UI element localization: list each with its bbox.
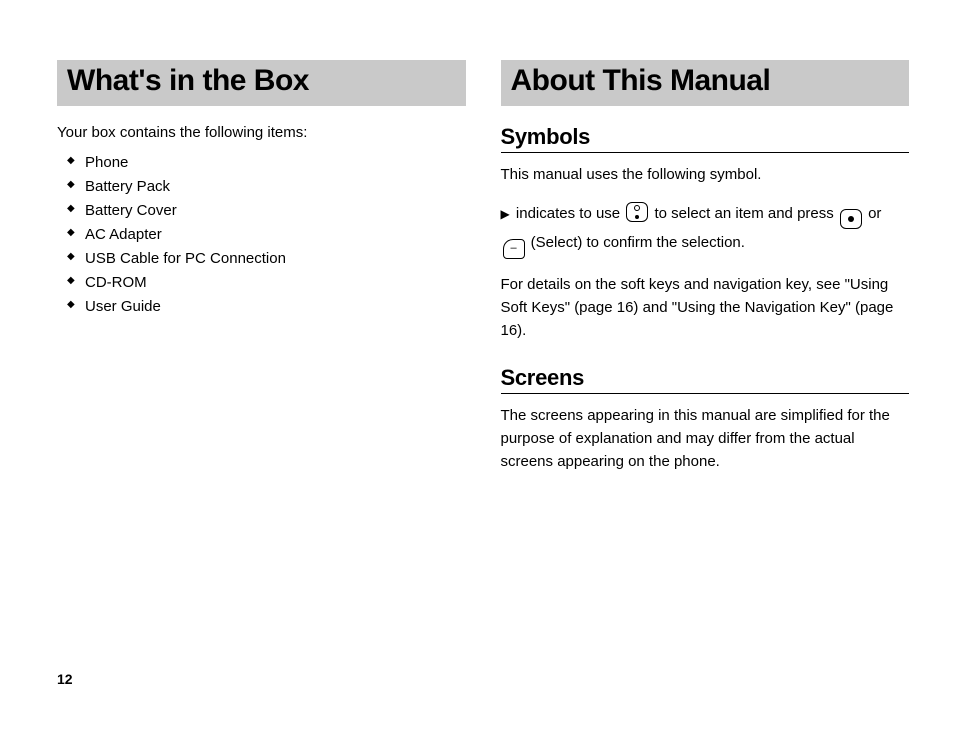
navigation-key-icon — [626, 202, 648, 222]
screens-subheading: Screens — [501, 365, 910, 394]
box-items-list: ◆Phone ◆Battery Pack ◆Battery Cover ◆AC … — [85, 151, 466, 319]
list-item: ◆Battery Pack — [85, 175, 466, 199]
list-item: ◆Battery Cover — [85, 199, 466, 223]
item-label: USB Cable for PC Connection — [85, 250, 286, 267]
page-number: 12 — [57, 671, 73, 687]
symbols-subheading: Symbols — [501, 124, 910, 153]
list-item: ◆CD-ROM — [85, 271, 466, 295]
list-item: ◆User Guide — [85, 295, 466, 319]
item-label: AC Adapter — [85, 226, 162, 243]
item-label: Battery Pack — [85, 178, 170, 195]
diamond-bullet-icon: ◆ — [67, 225, 75, 241]
left-column: What's in the Box Your box contains the … — [57, 60, 466, 487]
screens-body-text: The screens appearing in this manual are… — [501, 404, 910, 474]
symbol-explanation-line: ▶ indicates to use to select an item and… — [501, 200, 910, 259]
whats-in-the-box-heading: What's in the Box — [57, 60, 466, 106]
item-label: Phone — [85, 154, 128, 171]
symbol-text-mid: to select an item and press — [654, 205, 833, 222]
symbol-text-pre: indicates to use — [516, 205, 620, 222]
right-column: About This Manual Symbols This manual us… — [501, 60, 910, 487]
list-item: ◆AC Adapter — [85, 223, 466, 247]
box-intro-text: Your box contains the following items: — [57, 124, 466, 141]
diamond-bullet-icon: ◆ — [67, 153, 75, 169]
soft-key-icon — [503, 239, 525, 259]
triangle-right-icon: ▶ — [501, 204, 510, 226]
diamond-bullet-icon: ◆ — [67, 297, 75, 313]
item-label: Battery Cover — [85, 202, 177, 219]
about-this-manual-heading: About This Manual — [501, 60, 910, 106]
symbol-text-post: (Select) to confirm the selection. — [531, 234, 745, 251]
symbol-text-or: or — [868, 205, 881, 222]
center-key-icon — [840, 209, 862, 229]
symbols-intro-text: This manual uses the following symbol. — [501, 163, 910, 186]
list-item: ◆Phone — [85, 151, 466, 175]
diamond-bullet-icon: ◆ — [67, 177, 75, 193]
diamond-bullet-icon: ◆ — [67, 201, 75, 217]
symbols-details-text: For details on the soft keys and navigat… — [501, 273, 910, 343]
item-label: User Guide — [85, 298, 161, 315]
page-columns: What's in the Box Your box contains the … — [0, 0, 954, 487]
list-item: ◆USB Cable for PC Connection — [85, 247, 466, 271]
diamond-bullet-icon: ◆ — [67, 273, 75, 289]
item-label: CD-ROM — [85, 274, 147, 291]
diamond-bullet-icon: ◆ — [67, 249, 75, 265]
